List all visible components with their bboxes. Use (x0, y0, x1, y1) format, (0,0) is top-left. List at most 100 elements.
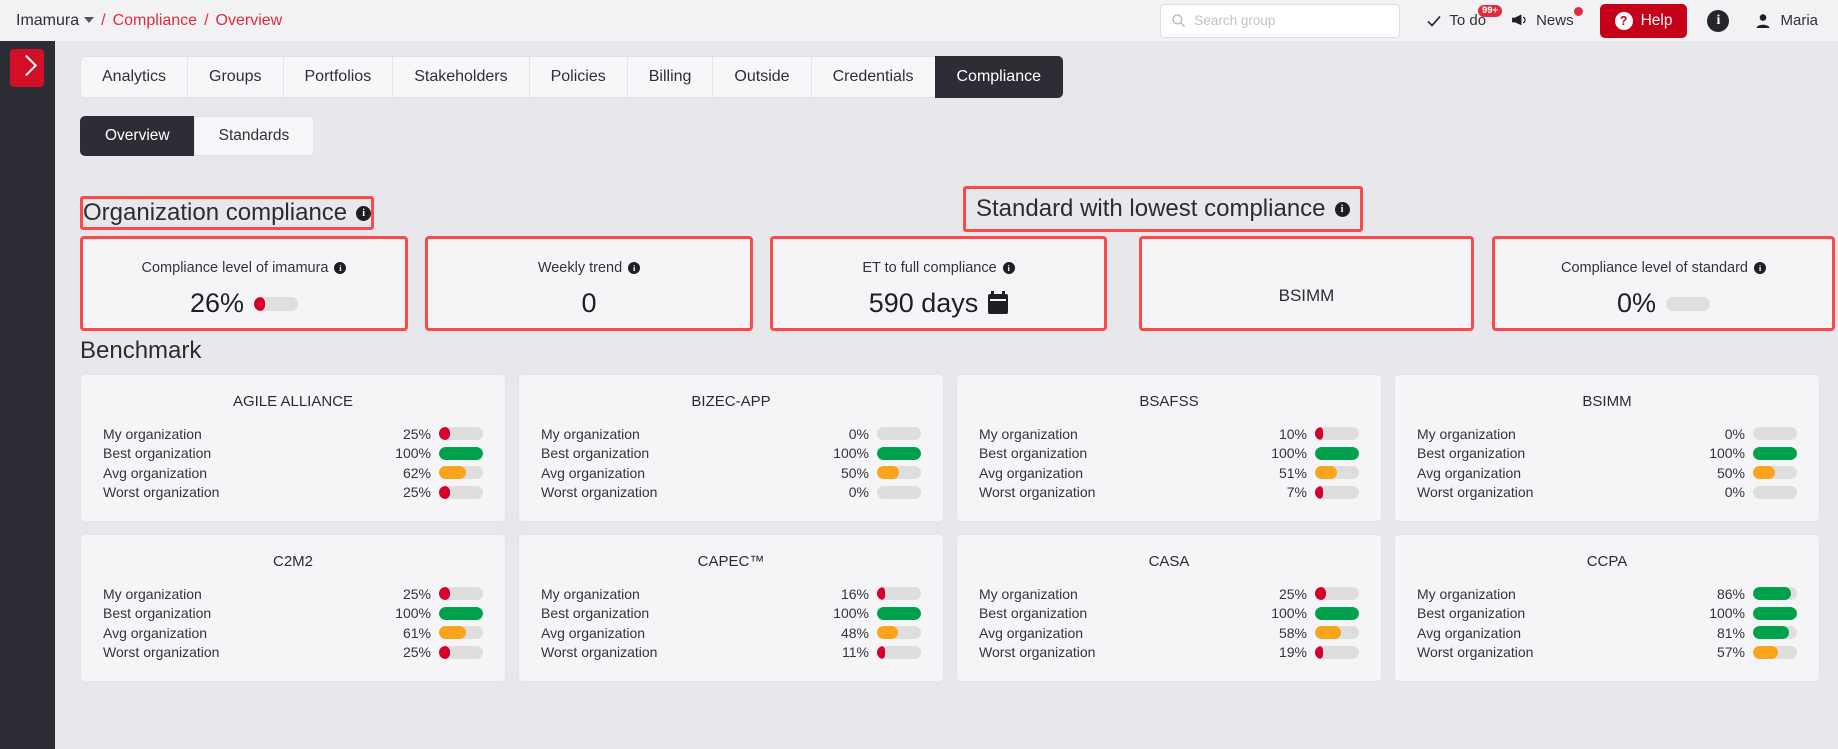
benchmark-row: Best organization 100% (541, 604, 921, 624)
benchmark-progress-fill (1315, 626, 1341, 640)
benchmark-row: My organization 0% (1417, 424, 1797, 444)
info-icon[interactable]: i (356, 205, 372, 221)
info-icon[interactable]: i (1754, 262, 1766, 274)
benchmark-row-value: 0% (1724, 425, 1745, 442)
top-bar: Imamura / Compliance / Overview To do 99… (0, 0, 1838, 41)
benchmark-progress-fill (877, 466, 899, 480)
benchmark-progress-bar (439, 626, 483, 640)
benchmark-row-value: 50% (1716, 464, 1745, 481)
benchmark-card[interactable]: C2M2 My organization 25% Best organization 1… (80, 534, 506, 682)
tab-analytics[interactable]: Analytics (80, 56, 188, 98)
info-icon[interactable]: i (1002, 262, 1015, 274)
kpi-card-row: Compliance level of imamura i 26% Weekly tr… (80, 236, 1835, 331)
benchmark-row-value: 100% (1709, 445, 1745, 462)
lowest-standard-name-card[interactable]: BSIMM (1139, 236, 1474, 331)
benchmark-row-label: My organization (979, 425, 1078, 442)
benchmark-progress-fill (1315, 606, 1359, 620)
benchmark-row: Best organization 100% (103, 604, 483, 624)
benchmark-row-value: 81% (1716, 624, 1745, 641)
benchmark-row-label: Best organization (1417, 605, 1526, 622)
tab-groups[interactable]: Groups (187, 56, 283, 98)
subtab-standards[interactable]: Standards (193, 116, 315, 156)
tab-portfolios[interactable]: Portfolios (282, 56, 393, 98)
benchmark-progress-bar (1315, 427, 1359, 441)
benchmark-card[interactable]: CCPA My organization 86% Best organization 1… (1394, 534, 1820, 682)
benchmark-row: Best organization 100% (1417, 604, 1797, 624)
kpi-value-text: 26% (189, 288, 245, 318)
breadcrumb: Imamura / Compliance / Overview (16, 12, 282, 30)
subtab-overview[interactable]: Overview (80, 116, 194, 156)
benchmark-progress-bar (1315, 645, 1359, 659)
benchmark-row-value: 100% (1271, 605, 1307, 622)
tab-policies[interactable]: Policies (528, 56, 627, 98)
breadcrumb-compliance[interactable]: Compliance (113, 12, 197, 30)
org-switcher[interactable]: Imamura (16, 12, 95, 30)
news-label: News (1536, 12, 1574, 29)
kpi-progress-fill (254, 296, 266, 311)
benchmark-row-value: 25% (402, 644, 431, 661)
kpi-progress-bar (254, 296, 299, 311)
breadcrumb-separator-1: / (101, 11, 106, 29)
benchmark-row-label: My organization (1417, 585, 1516, 602)
benchmark-row-value: 100% (395, 605, 431, 622)
benchmark-progress-fill (1753, 446, 1797, 460)
benchmark-progress-fill (1315, 466, 1338, 480)
todo-nav-item[interactable]: To do 99+ (1426, 5, 1503, 29)
info-icon[interactable]: i (628, 262, 641, 274)
benchmark-card-title: BSAFSS (1139, 393, 1199, 410)
info-icon[interactable]: i (334, 262, 347, 274)
benchmark-row-label: Avg organization (979, 624, 1084, 641)
breadcrumb-overview[interactable]: Overview (216, 12, 283, 30)
benchmark-row-label: My organization (1417, 425, 1516, 442)
info-icon[interactable]: i (1707, 9, 1730, 32)
benchmark-row: My organization 86% (1417, 584, 1797, 604)
info-icon[interactable]: i (1334, 201, 1350, 217)
benchmark-card[interactable]: CAPEC™ My organization 16% Best organizatio… (518, 534, 944, 682)
kpi-card-compliance-level-of-standard[interactable]: Compliance level of standard i 0% (1492, 236, 1835, 331)
benchmark-card[interactable]: BSAFSS My organization 10% Best organizatio… (956, 374, 1382, 522)
benchmark-progress-bar (1753, 427, 1797, 441)
benchmark-card[interactable]: AGILE ALLIANCE My organization 25% Best org… (80, 374, 506, 522)
tab-outside[interactable]: Outside (712, 56, 811, 98)
benchmark-progress-bar (877, 427, 921, 441)
benchmark-row-value: 50% (840, 464, 869, 481)
benchmark-card[interactable]: BSIMM My organization 0% Best organization 1… (1394, 374, 1820, 522)
tab-stakeholders[interactable]: Stakeholders (392, 56, 529, 98)
benchmark-row-value: 7% (1286, 484, 1307, 501)
benchmark-row-label: Avg organization (1417, 464, 1522, 481)
kpi-card-compliance-level-of-imamura[interactable]: Compliance level of imamura i 26% (80, 236, 408, 331)
benchmark-row-value: 48% (840, 624, 869, 641)
kpi-value: 590 days (869, 288, 1009, 319)
news-nav-item[interactable]: News (1512, 7, 1583, 29)
search-group-box[interactable] (1160, 3, 1401, 38)
benchmark-progress-fill (1315, 446, 1359, 460)
user-menu[interactable]: Maria (1755, 12, 1818, 29)
chevron-down-icon[interactable] (84, 17, 95, 24)
benchmark-row: Worst organization 11% (541, 643, 921, 663)
app-logo[interactable] (10, 49, 44, 87)
user-name: Maria (1780, 12, 1818, 29)
kpi-card-et-to-full-compliance[interactable]: ET to full compliance i 590 days (770, 236, 1107, 331)
benchmark-progress-fill (439, 606, 483, 620)
benchmark-progress-bar (1315, 485, 1359, 499)
help-button[interactable]: ? Help (1599, 3, 1688, 38)
benchmark-card[interactable]: BIZEC-APP My organization 0% Best organizat… (518, 374, 944, 522)
benchmark-progress-bar (1315, 446, 1359, 460)
kpi-value-text: 0 (581, 288, 597, 318)
tab-billing[interactable]: Billing (626, 56, 713, 98)
benchmark-title: Benchmark (80, 337, 202, 364)
benchmark-row-label: Avg organization (103, 624, 208, 641)
search-input[interactable] (1194, 13, 1390, 28)
benchmark-card[interactable]: CASA My organization 25% Best organization 1… (956, 534, 1382, 682)
benchmark-row-label: Worst organization (1417, 644, 1534, 661)
benchmark-row: Best organization 100% (979, 444, 1359, 464)
benchmark-card-title: BIZEC-APP (691, 393, 771, 410)
benchmark-row: Best organization 100% (541, 444, 921, 464)
tab-compliance[interactable]: Compliance (934, 56, 1063, 98)
benchmark-progress-bar (1753, 645, 1797, 659)
benchmark-row: Worst organization 7% (979, 483, 1359, 503)
kpi-card-weekly-trend[interactable]: Weekly trend i 0 (425, 236, 753, 331)
kpi-value: 0% (1617, 288, 1711, 319)
tab-credentials[interactable]: Credentials (810, 56, 935, 98)
benchmark-progress-fill (877, 626, 899, 640)
